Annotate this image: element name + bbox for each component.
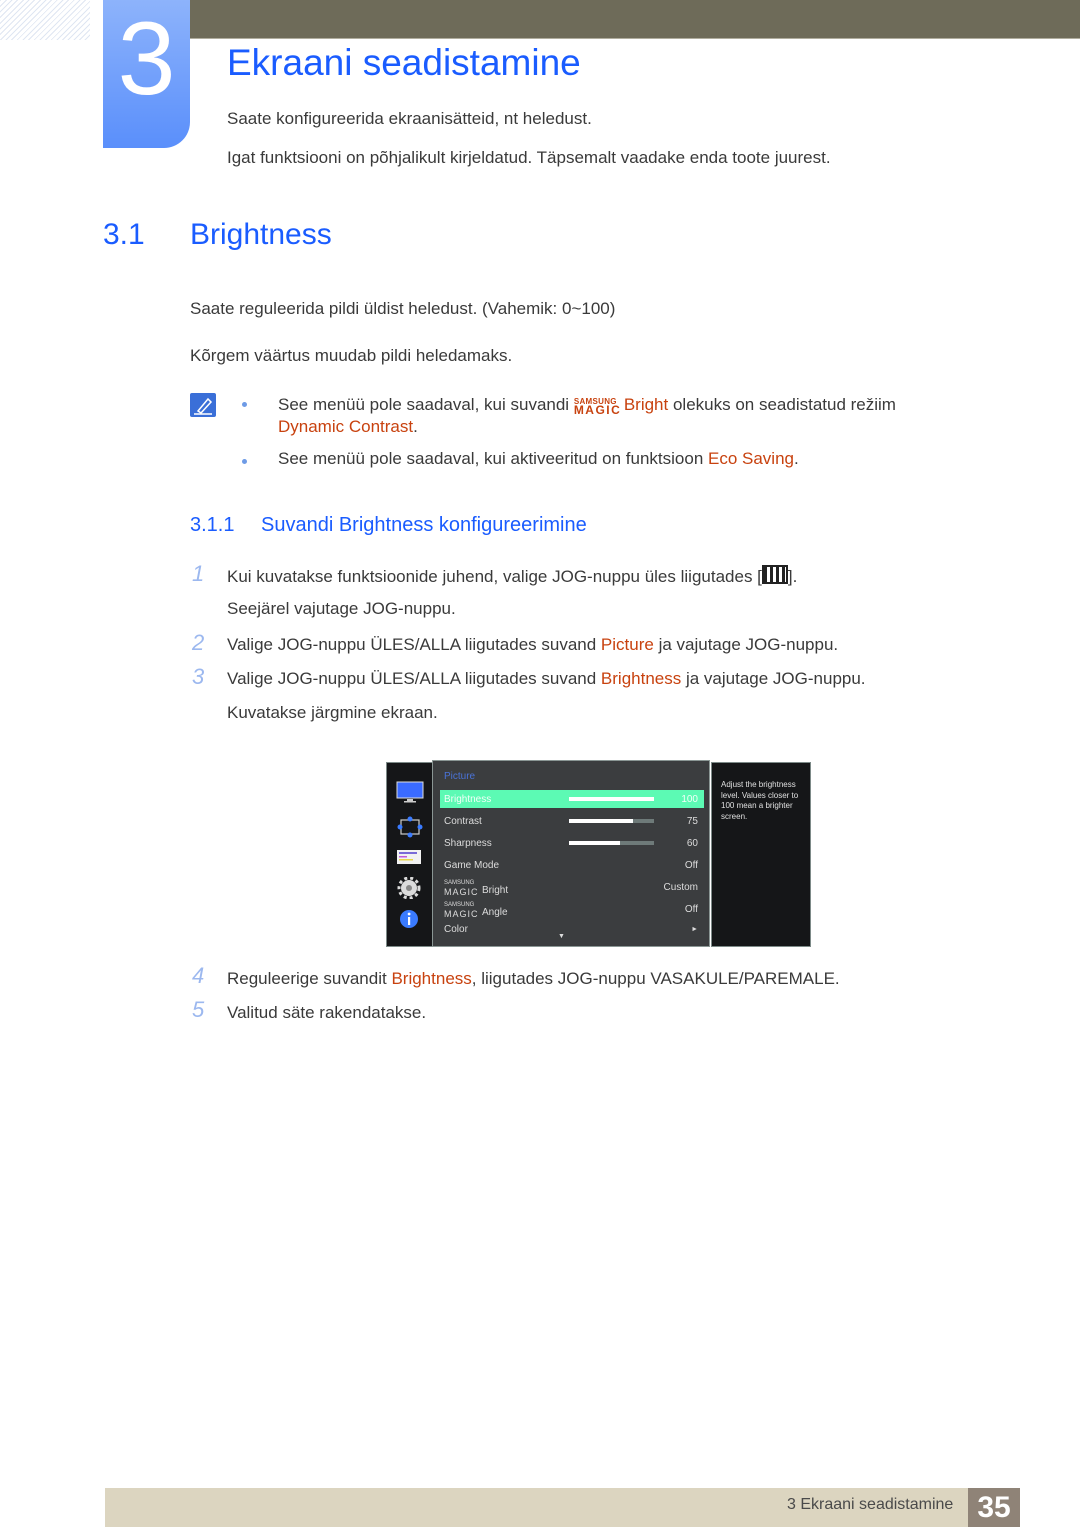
highlight-term: Brightness	[391, 969, 472, 988]
step-3-line-2: Kuvatakse järgmine ekraan.	[227, 703, 438, 722]
highlight-term: Dynamic Contrast	[278, 417, 414, 436]
note-pencil-icon	[190, 393, 216, 417]
decorative-hatch	[0, 0, 90, 40]
step-number: 3	[192, 664, 205, 689]
chapter-title: Ekraani seadistamine	[227, 42, 581, 83]
onscreen-display-icon	[396, 815, 424, 844]
chapter-badge: 3	[103, 0, 190, 148]
slider-fill	[569, 819, 633, 823]
chapter-intro-1: Saate konfigureerida ekraanisätteid, nt …	[227, 109, 592, 128]
bullet	[242, 402, 247, 407]
section-number: 3.1	[103, 218, 145, 251]
subsection-title: Suvandi Brightness konfigureerimine	[261, 514, 587, 536]
osd-row-color[interactable]: Color ►	[440, 920, 704, 938]
osd-row-contrast[interactable]: Contrast 75	[440, 812, 704, 830]
note-1-continued: Dynamic Contrast.	[278, 417, 418, 436]
step-3: Valige JOG-nuppu ÜLES/ALLA liigutades su…	[227, 669, 866, 688]
header-bar	[190, 0, 1080, 39]
osd-row-brightness[interactable]: Brightness 100	[440, 790, 704, 808]
osd-help-panel: Adjust the brightness level. Values clos…	[711, 762, 811, 947]
highlight-term: Bright	[623, 395, 669, 414]
step-2: Valige JOG-nuppu ÜLES/ALLA liigutades su…	[227, 635, 839, 654]
page-number: 35	[968, 1488, 1020, 1527]
osd-row-game-mode[interactable]: Game Mode Off	[440, 856, 704, 874]
menu-icon	[761, 565, 788, 584]
osd-row-magic-bright[interactable]: SAMSUNG MAGIC Bright Custom	[440, 878, 704, 897]
step-1: Kui kuvatakse funktsioonide juhend, vali…	[227, 565, 798, 586]
step-1-line-2: Seejärel vajutage JOG-nuppu.	[227, 599, 456, 618]
bullet	[242, 459, 247, 464]
contrast-slider[interactable]	[569, 819, 654, 823]
scroll-down-icon[interactable]: ▼	[558, 933, 565, 940]
samsung-magic-logo: SAMSUNG MAGIC	[573, 397, 622, 417]
sharpness-slider[interactable]	[569, 841, 654, 845]
step-number: 1	[192, 561, 205, 586]
chevron-right-icon: ►	[691, 926, 698, 933]
samsung-magic-logo: SAMSUNG MAGIC	[444, 880, 479, 897]
slider-fill	[569, 797, 654, 801]
osd-row-sharpness[interactable]: Sharpness 60	[440, 834, 704, 852]
highlight-term: Eco Saving	[708, 449, 794, 468]
step-5: Valitud säte rakendatakse.	[227, 1003, 427, 1022]
chapter-intro-2: Igat funktsiooni on põhjalikult kirjelda…	[227, 148, 831, 167]
note-1: See menüü pole saadaval, kui suvandi SAM…	[278, 391, 896, 417]
note-2: See menüü pole saadaval, kui aktiveeritu…	[278, 449, 799, 468]
highlight-term: Picture	[600, 635, 654, 654]
samsung-magic-logo: SAMSUNG MAGIC	[444, 902, 479, 919]
brightness-slider[interactable]	[569, 797, 654, 801]
subsection-number: 3.1.1	[190, 514, 235, 536]
highlight-term: Brightness	[600, 669, 682, 688]
footer-chapter-label: 3 Ekraani seadistamine	[787, 1496, 954, 1513]
step-4: Reguleerige suvandit Brightness, liiguta…	[227, 969, 840, 988]
slider-fill	[569, 841, 620, 845]
osd-menu-title: Picture	[444, 771, 476, 782]
osd-sidebar	[386, 762, 433, 947]
step-number: 2	[192, 630, 205, 655]
information-icon	[396, 908, 422, 935]
osd-row-magic-angle[interactable]: SAMSUNG MAGIC Angle Off	[440, 900, 704, 919]
section-paragraph-2: Kõrgem väärtus muudab pildi heledamaks.	[190, 346, 513, 365]
osd-picture-menu: Picture Brightness 100 Contrast 75 Sharp…	[432, 760, 710, 947]
section-title: Brightness	[190, 218, 332, 251]
chapter-number: 3	[117, 1, 176, 117]
picture-monitor-icon	[396, 781, 424, 808]
settings-gear-icon	[396, 876, 422, 904]
step-number: 5	[192, 997, 205, 1022]
section-paragraph-1: Saate reguleerida pildi üldist heledust.…	[190, 299, 616, 318]
osd-help-text: Adjust the brightness level. Values clos…	[721, 780, 799, 821]
system-icon	[396, 849, 422, 870]
step-number: 4	[192, 963, 205, 988]
